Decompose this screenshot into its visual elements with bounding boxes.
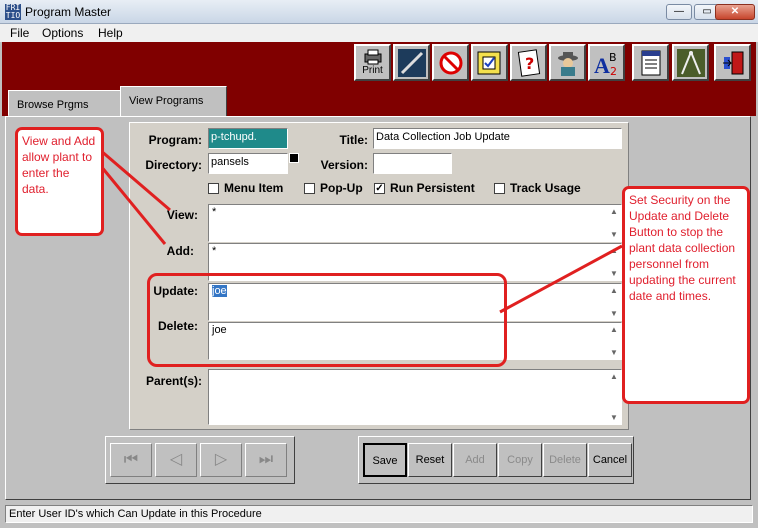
previous-record-button[interactable]: ◁: [155, 443, 197, 477]
popup-label: Pop-Up: [320, 181, 363, 195]
checklist-button[interactable]: [471, 44, 508, 81]
version-field[interactable]: [373, 153, 452, 174]
question-card-icon: ?: [517, 48, 540, 77]
cancel-tool-button[interactable]: [432, 44, 469, 81]
next-record-icon: ▷: [214, 451, 228, 468]
add-button[interactable]: Add: [453, 443, 497, 477]
print-button[interactable]: Print: [354, 44, 391, 81]
directory-label: Directory:: [145, 158, 202, 172]
svg-text:B: B: [609, 51, 617, 64]
title-field[interactable]: Data Collection Job Update: [373, 128, 622, 149]
close-button[interactable]: ✕: [715, 4, 755, 20]
svg-text:A: A: [594, 53, 610, 77]
exit-door-icon: [722, 51, 743, 74]
last-record-button[interactable]: ⏭: [245, 443, 287, 477]
first-record-icon: ⏮: [123, 451, 139, 468]
printer-icon: [364, 49, 381, 65]
delete-scrollbar[interactable]: ▲ ▼: [607, 323, 621, 359]
title-bar: FRI TIO Program Master — ▭ ✕: [0, 0, 758, 24]
popup-checkbox[interactable]: Pop-Up: [304, 181, 363, 195]
menu-help[interactable]: Help: [98, 26, 123, 40]
font-button[interactable]: AB2: [588, 44, 625, 81]
copy-button[interactable]: Copy: [498, 443, 542, 477]
agent-button[interactable]: [549, 44, 586, 81]
previous-record-icon: ◁: [169, 451, 183, 468]
add-label: Add:: [166, 244, 194, 258]
pen-icon: [397, 48, 426, 77]
menu-options[interactable]: Options: [42, 26, 83, 40]
annotation-left: View and Add allow plant to enter the da…: [15, 127, 104, 236]
no-entry-icon: [439, 51, 462, 74]
menu-item-label: Menu Item: [224, 181, 284, 195]
parents-memo[interactable]: ▲ ▼: [208, 369, 622, 425]
run-persistent-label: Run Persistent: [390, 181, 475, 195]
menu-item-box[interactable]: [208, 182, 219, 194]
app-icon: FRI TIO: [5, 3, 21, 20]
delete-button[interactable]: Delete: [543, 443, 587, 477]
svg-text:2: 2: [610, 65, 617, 77]
track-usage-box[interactable]: [494, 182, 505, 194]
program-label: Program:: [148, 133, 202, 147]
track-usage-label: Track Usage: [510, 181, 581, 195]
program-field[interactable]: p-tchupd.: [208, 128, 288, 149]
minimize-button[interactable]: —: [666, 4, 692, 20]
print-label: Print: [362, 65, 383, 76]
checklist-icon: [477, 51, 500, 74]
navigation-group: ⏮ ◁ ▷ ⏭: [105, 436, 295, 484]
compass-icon: [676, 48, 705, 77]
action-group: Save Reset Add Copy Delete Cancel: [358, 436, 634, 484]
svg-text:?: ?: [525, 54, 534, 73]
add-scrollbar[interactable]: ▲ ▼: [607, 244, 621, 280]
directory-browse-icon[interactable]: [289, 153, 299, 163]
last-record-icon: ⏭: [258, 451, 274, 468]
font-size-icon: A B2: [594, 51, 617, 77]
menu-item-checkbox[interactable]: Menu Item: [208, 181, 283, 195]
window-title: Program Master: [25, 5, 112, 19]
track-usage-checkbox[interactable]: Track Usage: [494, 181, 581, 195]
popup-box[interactable]: [304, 182, 315, 194]
edit-button[interactable]: [393, 44, 430, 81]
tab-browse-programs[interactable]: Browse Prgms: [8, 90, 121, 116]
update-delete-highlight: [147, 273, 507, 367]
view-value: *: [212, 206, 217, 218]
update-scrollbar[interactable]: ▲ ▼: [607, 284, 621, 320]
run-persistent-box[interactable]: ✓: [374, 182, 385, 194]
version-label: Version:: [320, 158, 368, 172]
save-button[interactable]: Save: [363, 443, 407, 477]
add-value: *: [212, 245, 217, 257]
reset-button[interactable]: Reset: [408, 443, 452, 477]
menu-file[interactable]: File: [10, 26, 29, 40]
exit-button[interactable]: [714, 44, 751, 81]
status-bar: Enter User ID's which Can Update in this…: [5, 505, 753, 523]
annotation-right: Set Security on the Update and Delete Bu…: [622, 186, 750, 404]
view-memo[interactable]: * ▲ ▼: [208, 204, 622, 242]
tools-button[interactable]: [672, 44, 709, 81]
document-icon: [641, 50, 660, 75]
next-record-button[interactable]: ▷: [200, 443, 242, 477]
parents-label: Parent(s):: [145, 374, 202, 388]
help-button[interactable]: ?: [510, 44, 547, 81]
cancel-button[interactable]: Cancel: [588, 443, 632, 477]
view-scrollbar[interactable]: ▲ ▼: [607, 205, 621, 241]
view-label: View:: [166, 208, 198, 222]
parents-scrollbar[interactable]: ▲ ▼: [607, 370, 621, 424]
first-record-button[interactable]: ⏮: [110, 443, 152, 477]
title-label: Title:: [339, 133, 368, 147]
spy-icon: [557, 51, 578, 76]
run-persistent-checkbox[interactable]: ✓ Run Persistent: [374, 181, 475, 195]
directory-field[interactable]: pansels: [208, 153, 288, 174]
document-button[interactable]: [632, 44, 669, 81]
menu-bar: File Options Help: [0, 24, 758, 42]
tab-view-programs[interactable]: View Programs: [120, 86, 227, 116]
